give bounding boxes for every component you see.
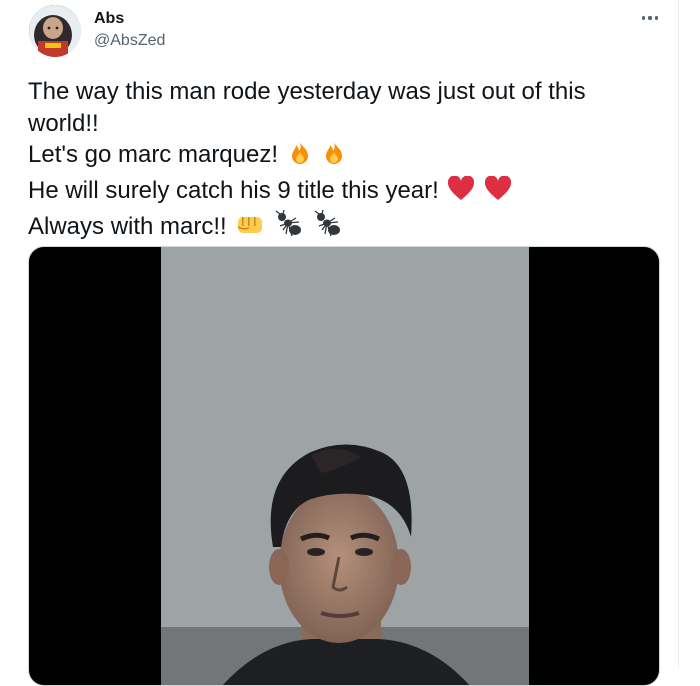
tweet-line-text: Always with marc!!: [28, 213, 227, 240]
more-horizontal-icon: [648, 16, 652, 20]
tweet-line: The way this man rode yesterday was just…: [28, 76, 648, 108]
tweet-line: Always with marc!!: [28, 209, 648, 247]
tweet-line: He will surely catch his 9 title this ye…: [28, 174, 648, 211]
tweet-line: world!!: [28, 108, 648, 140]
tweet-line-text: The way this man rode yesterday was just…: [28, 78, 586, 105]
author-name[interactable]: Abs: [94, 9, 124, 29]
more-horizontal-icon: [654, 16, 658, 20]
timeline-divider: [678, 0, 679, 668]
tweet-line: Let's go marc marquez!: [28, 139, 648, 175]
tweet-line-text: world!!: [28, 109, 99, 137]
ant-icon: [313, 209, 343, 247]
avatar[interactable]: [29, 5, 81, 57]
tweet-text: The way this man rode yesterday was just…: [28, 76, 648, 247]
fire-icon: [287, 140, 313, 175]
more-options-button[interactable]: [634, 8, 666, 28]
oncoming-fist-icon: [235, 212, 265, 247]
tweet-video[interactable]: [28, 246, 660, 686]
ant-icon: [274, 209, 304, 247]
tweet-line-text: Let's go marc marquez!: [28, 141, 279, 168]
red-heart-icon: [484, 174, 512, 211]
red-heart-icon: [447, 174, 475, 211]
fire-icon: [321, 140, 347, 175]
video-frame: [161, 247, 529, 685]
tweet: Abs @AbsZed The way this man rode yester…: [0, 0, 700, 686]
video-still: [161, 247, 529, 685]
tweet-line-text: He will surely catch his 9 title this ye…: [28, 176, 439, 204]
author-handle[interactable]: @AbsZed: [94, 31, 165, 51]
more-horizontal-icon: [642, 16, 646, 20]
